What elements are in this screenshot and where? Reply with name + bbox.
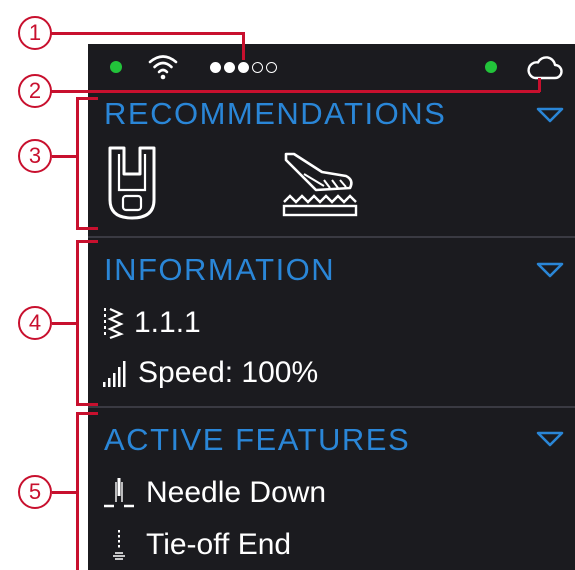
section-divider	[88, 406, 575, 408]
active-features-collapse-button[interactable]	[536, 430, 564, 448]
stitch-pattern-icon	[104, 307, 124, 340]
callout-leader-4	[76, 240, 98, 243]
feature-item-needle-down[interactable]: Needle Down	[102, 476, 326, 510]
callout-leader-3	[76, 97, 98, 100]
callout-leader-5	[76, 412, 98, 415]
callout-marker-5: 5	[18, 475, 52, 509]
callout-leader-2	[538, 78, 541, 92]
feed-dogs-icon[interactable]	[280, 150, 360, 220]
callout-leader-3	[52, 155, 78, 158]
info-panel-screen: RECOMMENDATIONS INFORMATION 1.1.1 Speed:…	[88, 44, 575, 570]
callout-leader-4	[52, 322, 78, 325]
page-dot	[238, 62, 249, 73]
needle-down-icon	[104, 478, 134, 508]
active-features-title: ACTIVE FEATURES	[104, 422, 411, 457]
stitch-number-row: 1.1.1	[102, 306, 201, 340]
recommendations-collapse-button[interactable]	[536, 106, 564, 124]
callout-leader-4	[76, 403, 98, 406]
page-dot	[266, 62, 277, 73]
tie-off-end-icon	[113, 530, 125, 560]
callout-marker-1: 1	[18, 16, 52, 50]
information-collapse-button[interactable]	[536, 261, 564, 279]
callout-leader-4	[76, 240, 79, 405]
recommendations-title: RECOMMENDATIONS	[104, 96, 447, 131]
status-led-left	[110, 61, 122, 73]
page-dot	[210, 62, 221, 73]
callout-leader-1	[242, 32, 245, 60]
status-led-right	[485, 61, 497, 73]
wifi-icon[interactable]	[148, 52, 178, 80]
speed-bars-icon	[103, 361, 126, 387]
page-dot	[224, 62, 235, 73]
callout-leader-3	[76, 97, 79, 229]
stitch-number: 1.1.1	[134, 306, 201, 339]
feature-label: Tie-off End	[146, 528, 292, 561]
callout-leader-1	[50, 32, 244, 35]
callout-leader-3	[76, 227, 98, 230]
feature-label: Needle Down	[146, 476, 327, 509]
callout-leader-5	[52, 491, 78, 494]
callout-marker-3: 3	[18, 139, 52, 173]
cloud-icon[interactable]	[526, 54, 564, 82]
presser-foot-icon[interactable]	[106, 144, 158, 222]
section-divider	[88, 236, 575, 238]
speed-row: Speed: 100%	[102, 358, 318, 388]
feature-item-tie-off-end[interactable]: Tie-off End	[102, 528, 291, 562]
callout-leader-5	[76, 412, 79, 570]
page-dot	[252, 62, 263, 73]
callout-marker-2: 2	[18, 74, 52, 108]
status-bar	[88, 44, 575, 88]
information-title: INFORMATION	[104, 252, 336, 287]
callout-leader-2	[50, 90, 540, 93]
callout-marker-4: 4	[18, 306, 52, 340]
speed-value: Speed: 100%	[138, 356, 319, 389]
